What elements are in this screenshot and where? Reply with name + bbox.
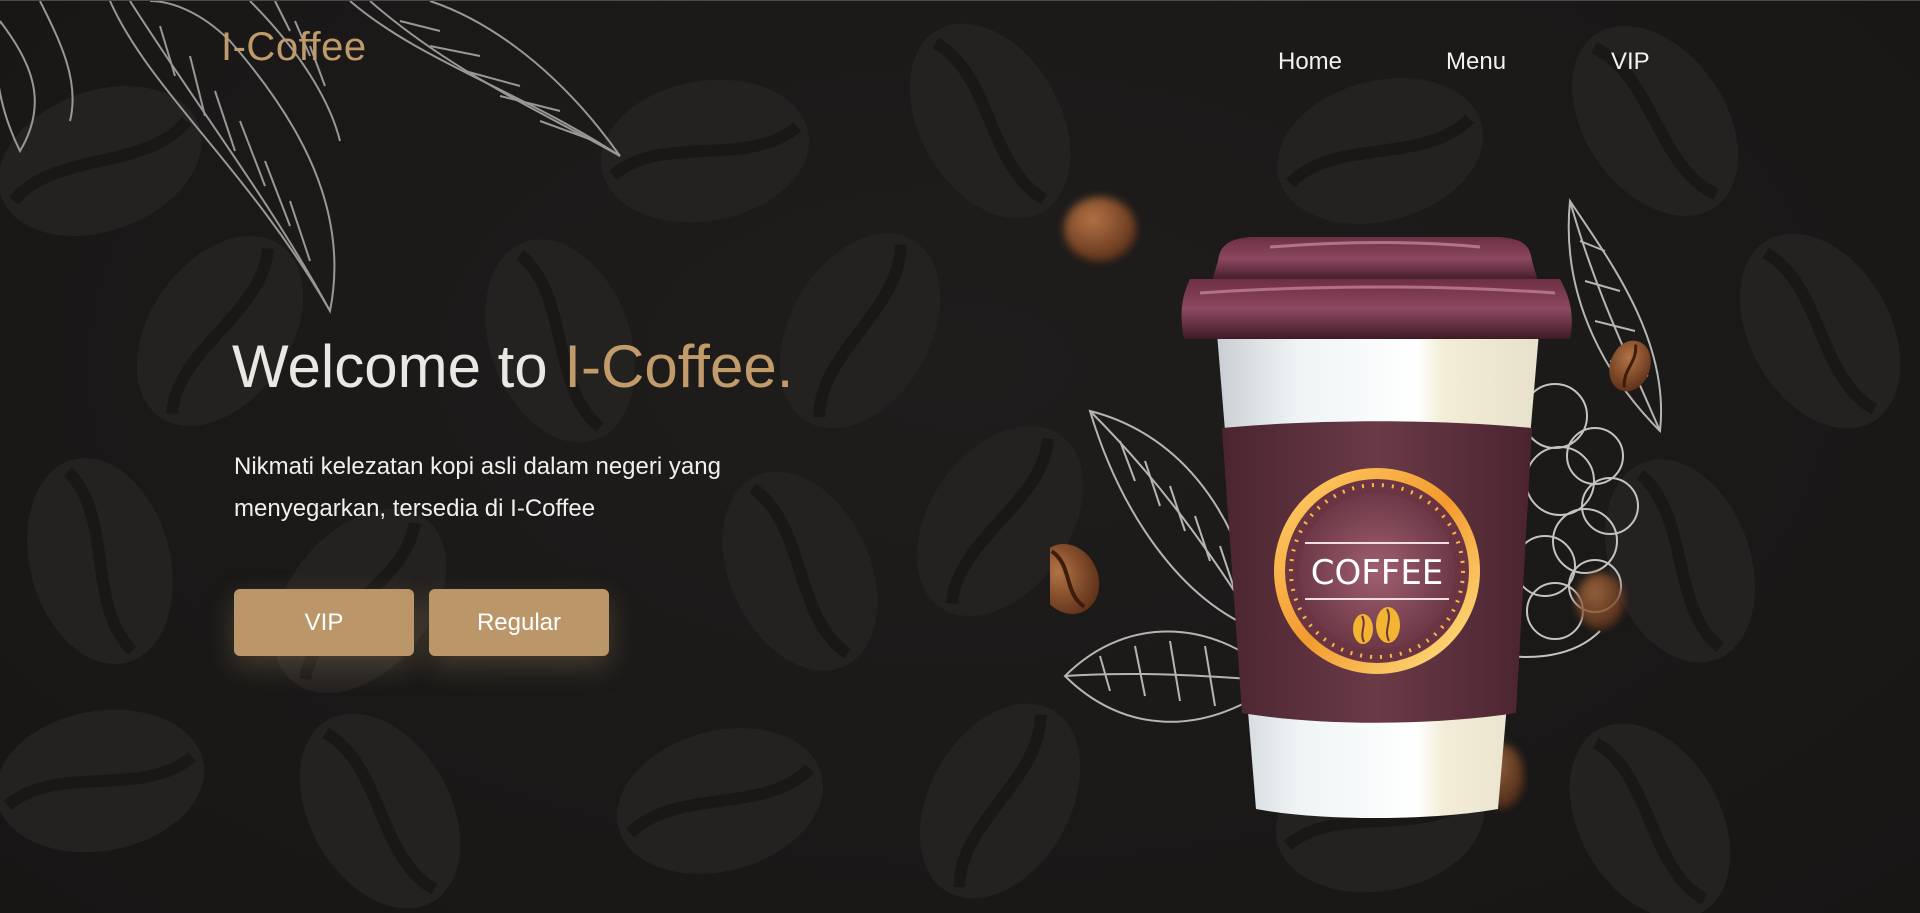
cup-label: COFFEE xyxy=(1311,553,1444,593)
coffee-cup-illustration: COFFEE xyxy=(1050,197,1663,818)
hero-title: Welcome to I-Coffee. xyxy=(232,331,793,403)
main-nav: Home Menu VIP xyxy=(1278,47,1650,77)
hero-description: Nikmati kelezatan kopi asli dalam negeri… xyxy=(234,453,721,522)
brand-logo[interactable]: I-Coffee xyxy=(221,25,367,70)
nav-link-menu[interactable]: Menu xyxy=(1446,47,1611,77)
regular-button[interactable]: Regular xyxy=(429,589,609,656)
vip-button[interactable]: VIP xyxy=(234,589,414,656)
nav-link-vip[interactable]: VIP xyxy=(1611,47,1650,77)
nav-link-home[interactable]: Home xyxy=(1278,47,1446,77)
hero-title-prefix: Welcome to xyxy=(232,333,565,400)
landing-page: I-Coffee Home Menu VIP Welcome to I-Coff… xyxy=(0,0,1920,913)
hero-title-brand: I-Coffee. xyxy=(564,333,794,400)
